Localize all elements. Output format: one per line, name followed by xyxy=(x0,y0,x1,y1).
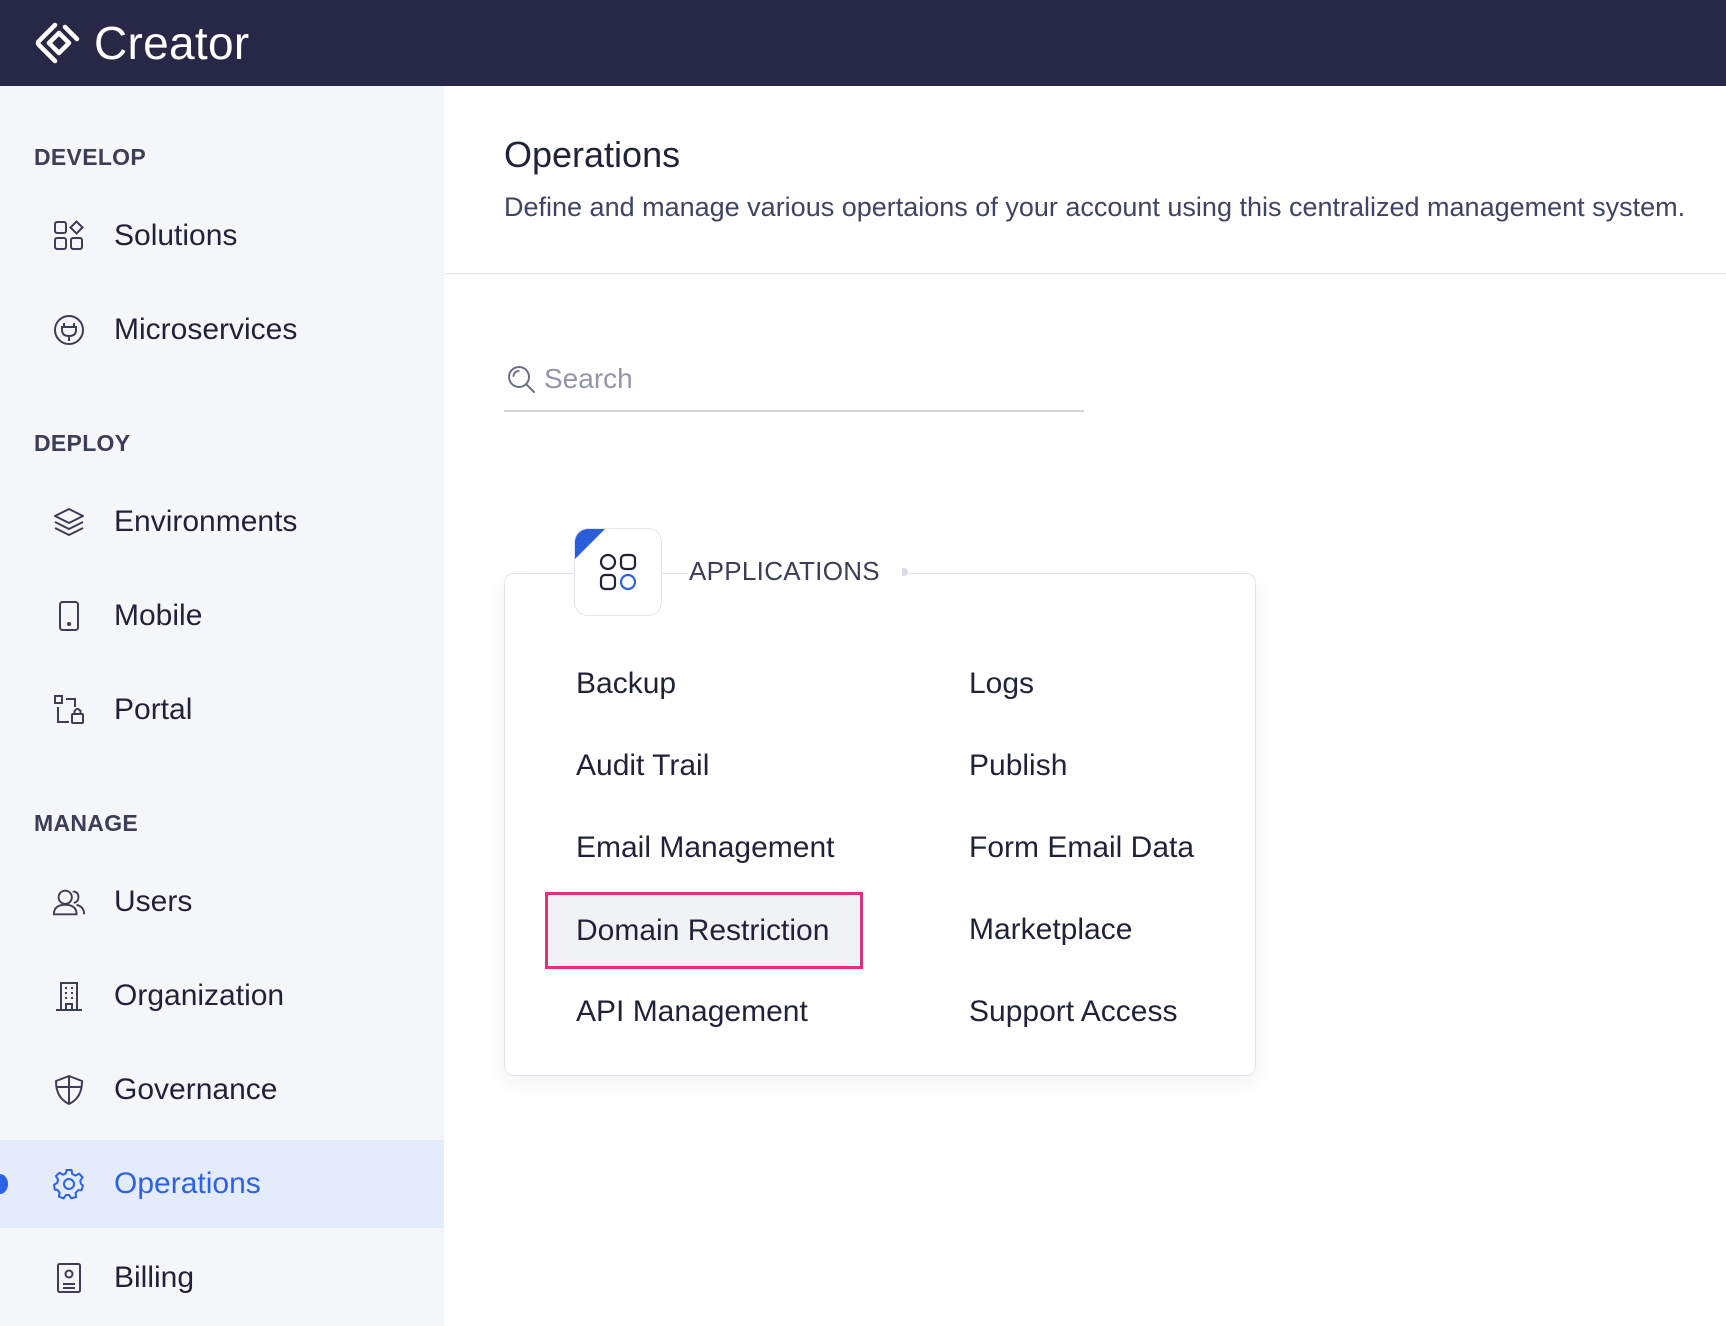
header-divider xyxy=(444,273,1726,274)
sidebar-item-portal[interactable]: Portal xyxy=(0,666,444,754)
sidebar-item-label: Environments xyxy=(114,505,298,538)
receipt-icon xyxy=(52,1261,86,1295)
layers-icon xyxy=(52,505,86,539)
link-domain-restriction[interactable]: Domain Restriction xyxy=(545,892,864,969)
search-input[interactable] xyxy=(544,363,1064,395)
sidebar-item-label: Billing xyxy=(114,1261,195,1294)
link-backup[interactable]: Backup xyxy=(576,667,676,701)
link-support-access[interactable]: Support Access xyxy=(969,995,1177,1029)
link-audit-trail[interactable]: Audit Trail xyxy=(576,749,709,783)
sidebar-item-label: Governance xyxy=(114,1073,278,1106)
applications-badge xyxy=(574,528,662,616)
link-marketplace[interactable]: Marketplace xyxy=(969,913,1132,947)
sidebar-item-mobile[interactable]: Mobile xyxy=(0,572,444,660)
creator-logo-icon[interactable] xyxy=(33,19,81,67)
sidebar: DEVELOP Solutions Microservices DEPLOY E… xyxy=(0,86,444,1326)
sidebar-item-solutions[interactable]: Solutions xyxy=(0,192,444,280)
sidebar-item-billing[interactable]: Billing xyxy=(0,1234,444,1322)
page-description: Define and manage various opertaions of … xyxy=(504,192,1686,222)
sidebar-item-operations[interactable]: Operations xyxy=(0,1140,444,1228)
section-title-manage: MANAGE xyxy=(34,810,139,836)
search-box xyxy=(504,348,1084,412)
app-title: Creator xyxy=(94,17,250,69)
page-title: Operations xyxy=(504,134,681,175)
main-content: Operations Define and manage various ope… xyxy=(444,86,1726,1326)
sidebar-item-organization[interactable]: Organization xyxy=(0,952,444,1040)
sidebar-item-label: Users xyxy=(114,885,193,918)
plug-icon xyxy=(52,313,86,347)
section-title-deploy: DEPLOY xyxy=(34,430,131,456)
sidebar-item-label: Operations xyxy=(114,1167,261,1200)
mobile-icon xyxy=(52,599,86,633)
sidebar-item-environments[interactable]: Environments xyxy=(0,478,444,566)
sidebar-item-label: Organization xyxy=(114,979,285,1012)
sidebar-item-label: Mobile xyxy=(114,599,203,632)
portal-icon xyxy=(52,693,86,727)
sidebar-item-label: Microservices xyxy=(114,313,298,346)
sidebar-item-governance[interactable]: Governance xyxy=(0,1046,444,1134)
grid-shapes-icon xyxy=(52,219,86,253)
sidebar-item-microservices[interactable]: Microservices xyxy=(0,286,444,374)
shield-icon xyxy=(52,1073,86,1107)
sidebar-item-users[interactable]: Users xyxy=(0,858,444,946)
sidebar-item-label: Solutions xyxy=(114,219,238,252)
card-title: APPLICATIONS xyxy=(689,556,902,587)
top-bar: Creator xyxy=(0,0,1726,86)
building-icon xyxy=(52,979,86,1013)
section-title-develop: DEVELOP xyxy=(34,144,147,170)
link-form-email-data[interactable]: Form Email Data xyxy=(969,831,1194,865)
search-icon xyxy=(504,362,538,396)
link-email-management[interactable]: Email Management xyxy=(576,831,834,865)
active-indicator xyxy=(0,1174,8,1194)
link-api-management[interactable]: API Management xyxy=(576,995,808,1029)
badge-corner-accent xyxy=(575,529,605,559)
gear-icon xyxy=(52,1167,86,1201)
sidebar-item-label: Portal xyxy=(114,693,193,726)
link-publish[interactable]: Publish xyxy=(969,749,1067,783)
link-logs[interactable]: Logs xyxy=(969,667,1034,701)
users-icon xyxy=(52,885,86,919)
